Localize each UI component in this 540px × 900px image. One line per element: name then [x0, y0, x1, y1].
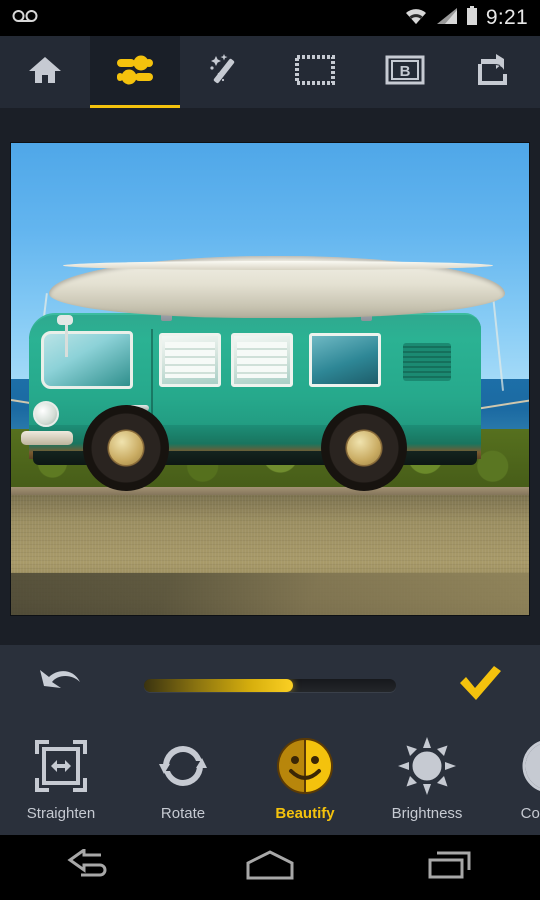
tool-contrast[interactable]: Contrast	[488, 725, 540, 822]
share-icon	[477, 53, 513, 91]
undo-arrow-icon	[36, 664, 84, 707]
photo-bumper	[21, 431, 73, 445]
adjust-slider[interactable]	[144, 678, 396, 692]
sun-icon	[396, 735, 458, 797]
photo-rear-wheel	[321, 405, 407, 491]
toolbar-item-text[interactable]: B	[360, 36, 450, 108]
android-nav-bar	[0, 835, 540, 900]
status-bar-left	[12, 8, 38, 29]
adjust-slider-bar	[0, 645, 540, 725]
photo-mirror-head	[57, 315, 73, 325]
cellular-signal-icon	[436, 7, 458, 30]
voicemail-icon	[12, 8, 38, 29]
tool-label: Beautify	[275, 805, 335, 822]
home-icon	[28, 54, 62, 91]
wifi-icon	[404, 7, 428, 30]
beautify-smiley-icon	[274, 735, 336, 797]
photo-preview[interactable]	[10, 142, 530, 616]
frame-icon	[295, 54, 335, 91]
nav-home-button[interactable]	[210, 844, 330, 892]
tool-rotate[interactable]: Rotate	[122, 725, 244, 822]
photo-window-slats	[237, 342, 287, 378]
tool-label: Contrast	[520, 805, 540, 822]
photo-hubcap	[347, 431, 381, 465]
toolbar-item-frames[interactable]	[270, 36, 360, 108]
photo-headlight	[33, 401, 59, 427]
status-bar-clock: 9:21	[485, 6, 528, 29]
toolbar-item-adjust[interactable]	[90, 36, 180, 108]
slider-track-wrap	[120, 678, 420, 692]
straighten-icon	[30, 735, 92, 797]
photo-canoe-gunwale	[63, 261, 493, 270]
apply-button[interactable]	[420, 663, 540, 708]
sliders-icon	[115, 53, 155, 92]
photo-mirror-arm	[65, 323, 68, 357]
toolbar-item-share[interactable]	[450, 36, 540, 108]
photo-windshield	[41, 331, 133, 389]
checkmark-icon	[456, 663, 504, 708]
photo-front-wheel	[83, 405, 169, 491]
app-root: 9:21 B Straighten Rotate Beautify Bright…	[0, 0, 540, 900]
photo-side-window-1	[159, 333, 221, 387]
tool-strip[interactable]: Straighten Rotate Beautify Brightness Co	[0, 725, 540, 835]
tool-label: Brightness	[391, 805, 463, 822]
photo-side-window-2	[231, 333, 293, 387]
home-pentagon-icon	[244, 850, 296, 885]
magic-wand-icon	[207, 53, 243, 92]
photo-window-slats	[165, 342, 215, 378]
nav-back-button[interactable]	[30, 844, 150, 892]
tool-beautify[interactable]: Beautify	[244, 725, 366, 822]
photo-road-shadow	[11, 573, 529, 615]
toolbar-item-effects[interactable]	[180, 36, 270, 108]
battery-icon	[466, 5, 478, 31]
svg-text:B: B	[400, 63, 411, 80]
recents-icon	[427, 850, 473, 885]
tool-label: Straighten	[26, 805, 96, 822]
nav-recents-button[interactable]	[390, 844, 510, 892]
undo-button[interactable]	[0, 664, 120, 707]
tool-straighten[interactable]: Straighten	[0, 725, 122, 822]
photo-engine-vent	[403, 343, 451, 381]
contrast-icon	[518, 735, 540, 797]
status-bar: 9:21	[0, 0, 540, 36]
status-bar-right: 9:21	[404, 5, 528, 31]
tool-brightness[interactable]: Brightness	[366, 725, 488, 822]
tool-label: Rotate	[160, 805, 206, 822]
toolbar-item-home[interactable]	[0, 36, 90, 108]
slider-fill	[144, 678, 293, 692]
photo-side-window-3	[309, 333, 381, 387]
canvas-area	[0, 108, 540, 645]
photo-hubcap	[109, 431, 143, 465]
top-toolbar: B	[0, 36, 540, 108]
rotate-icon	[152, 735, 214, 797]
text-b-icon: B	[385, 55, 425, 90]
back-arrow-icon	[67, 847, 113, 886]
